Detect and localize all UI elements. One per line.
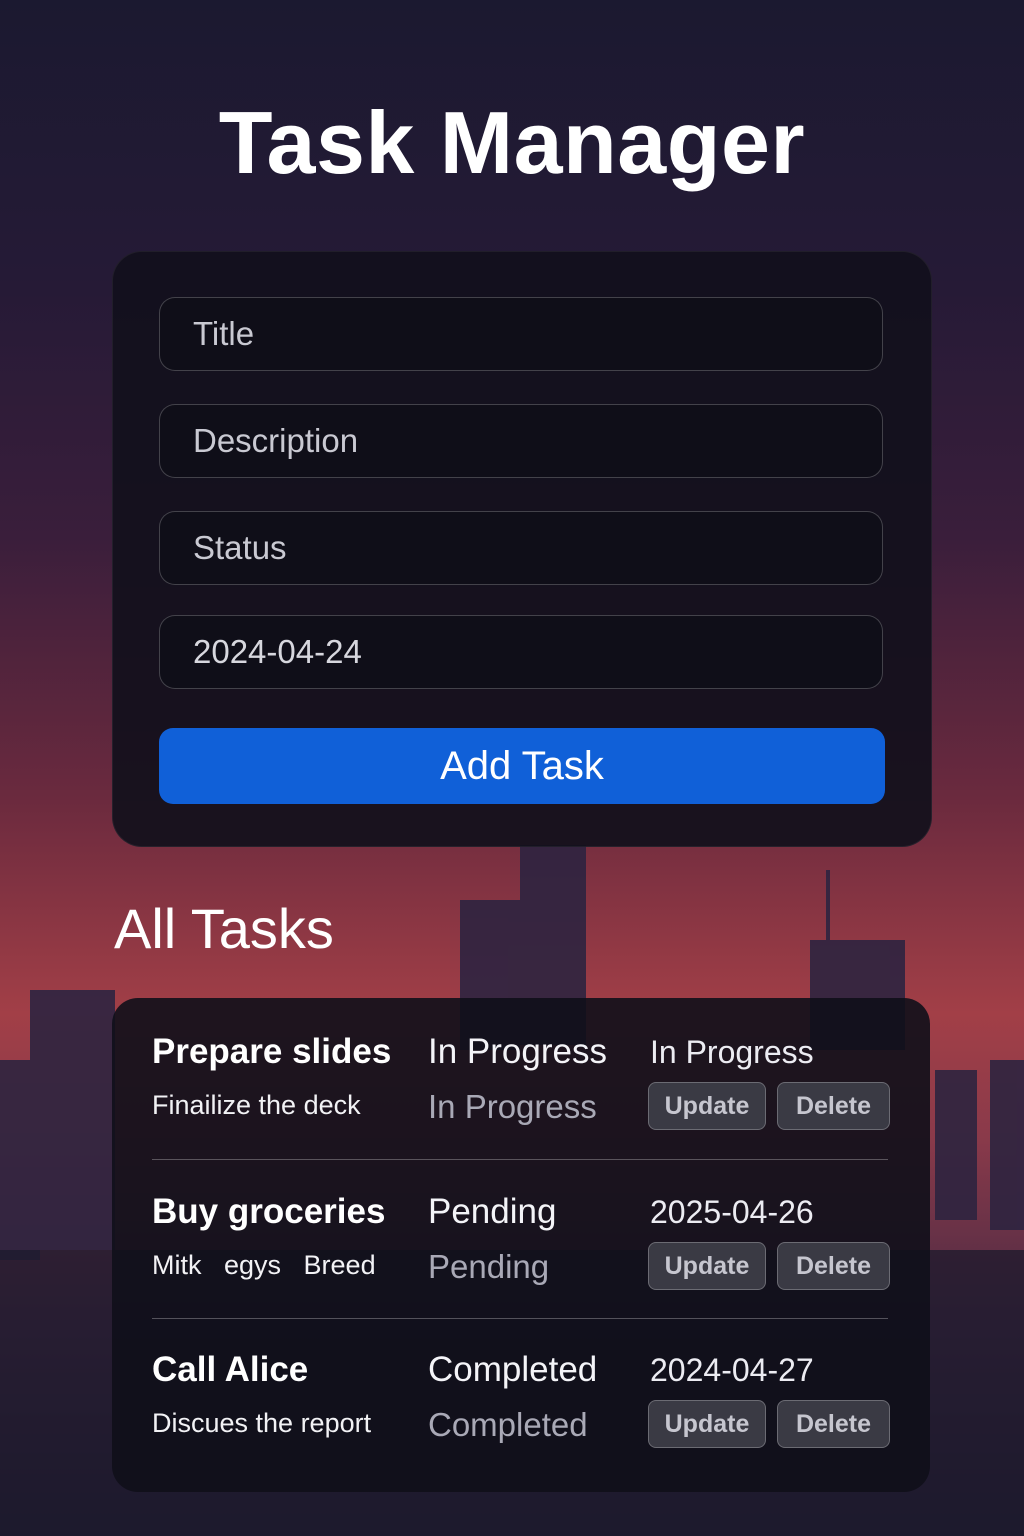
update-button[interactable]: Update bbox=[648, 1400, 766, 1448]
task-title: Call Alice bbox=[152, 1350, 309, 1389]
task-meta: In Progress bbox=[650, 1034, 814, 1070]
all-tasks-heading: All Tasks bbox=[114, 897, 334, 960]
task-list: Prepare slides Finailize the deck In Pro… bbox=[112, 998, 930, 1492]
task-description: Finailize the deck bbox=[152, 1090, 361, 1120]
add-task-button[interactable]: Add Task bbox=[159, 728, 885, 804]
delete-button[interactable]: Delete bbox=[777, 1082, 890, 1130]
task-status-secondary: In Progress bbox=[428, 1088, 597, 1125]
task-title: Buy groceries bbox=[152, 1192, 386, 1231]
update-button[interactable]: Update bbox=[648, 1242, 766, 1290]
task-status-secondary: Completed bbox=[428, 1406, 588, 1443]
delete-button[interactable]: Delete bbox=[777, 1242, 890, 1290]
update-button[interactable]: Update bbox=[648, 1082, 766, 1130]
delete-button[interactable]: Delete bbox=[777, 1400, 890, 1448]
description-input[interactable] bbox=[159, 404, 883, 478]
task-meta: 2025-04-26 bbox=[650, 1194, 814, 1230]
page-title: Task Manager bbox=[218, 93, 806, 192]
task-form-card: Add Task bbox=[112, 251, 932, 847]
task-meta: 2024-04-27 bbox=[650, 1352, 814, 1388]
task-row: Buy groceries Mitk egys Breed Pending Pe… bbox=[112, 1158, 930, 1316]
task-description: Mitk egys Breed bbox=[152, 1250, 376, 1280]
task-status-secondary: Pending bbox=[428, 1248, 550, 1285]
task-status: In Progress bbox=[428, 1032, 607, 1071]
task-title: Prepare slides bbox=[152, 1032, 392, 1071]
due-date-input[interactable] bbox=[159, 615, 883, 689]
task-row: Call Alice Discues the report Completed … bbox=[112, 1316, 930, 1474]
task-status: Completed bbox=[428, 1350, 598, 1389]
task-status: Pending bbox=[428, 1192, 557, 1231]
title-input[interactable] bbox=[159, 297, 883, 371]
task-row: Prepare slides Finailize the deck In Pro… bbox=[112, 998, 930, 1156]
status-input[interactable] bbox=[159, 511, 883, 585]
task-description: Discues the report bbox=[152, 1408, 372, 1438]
